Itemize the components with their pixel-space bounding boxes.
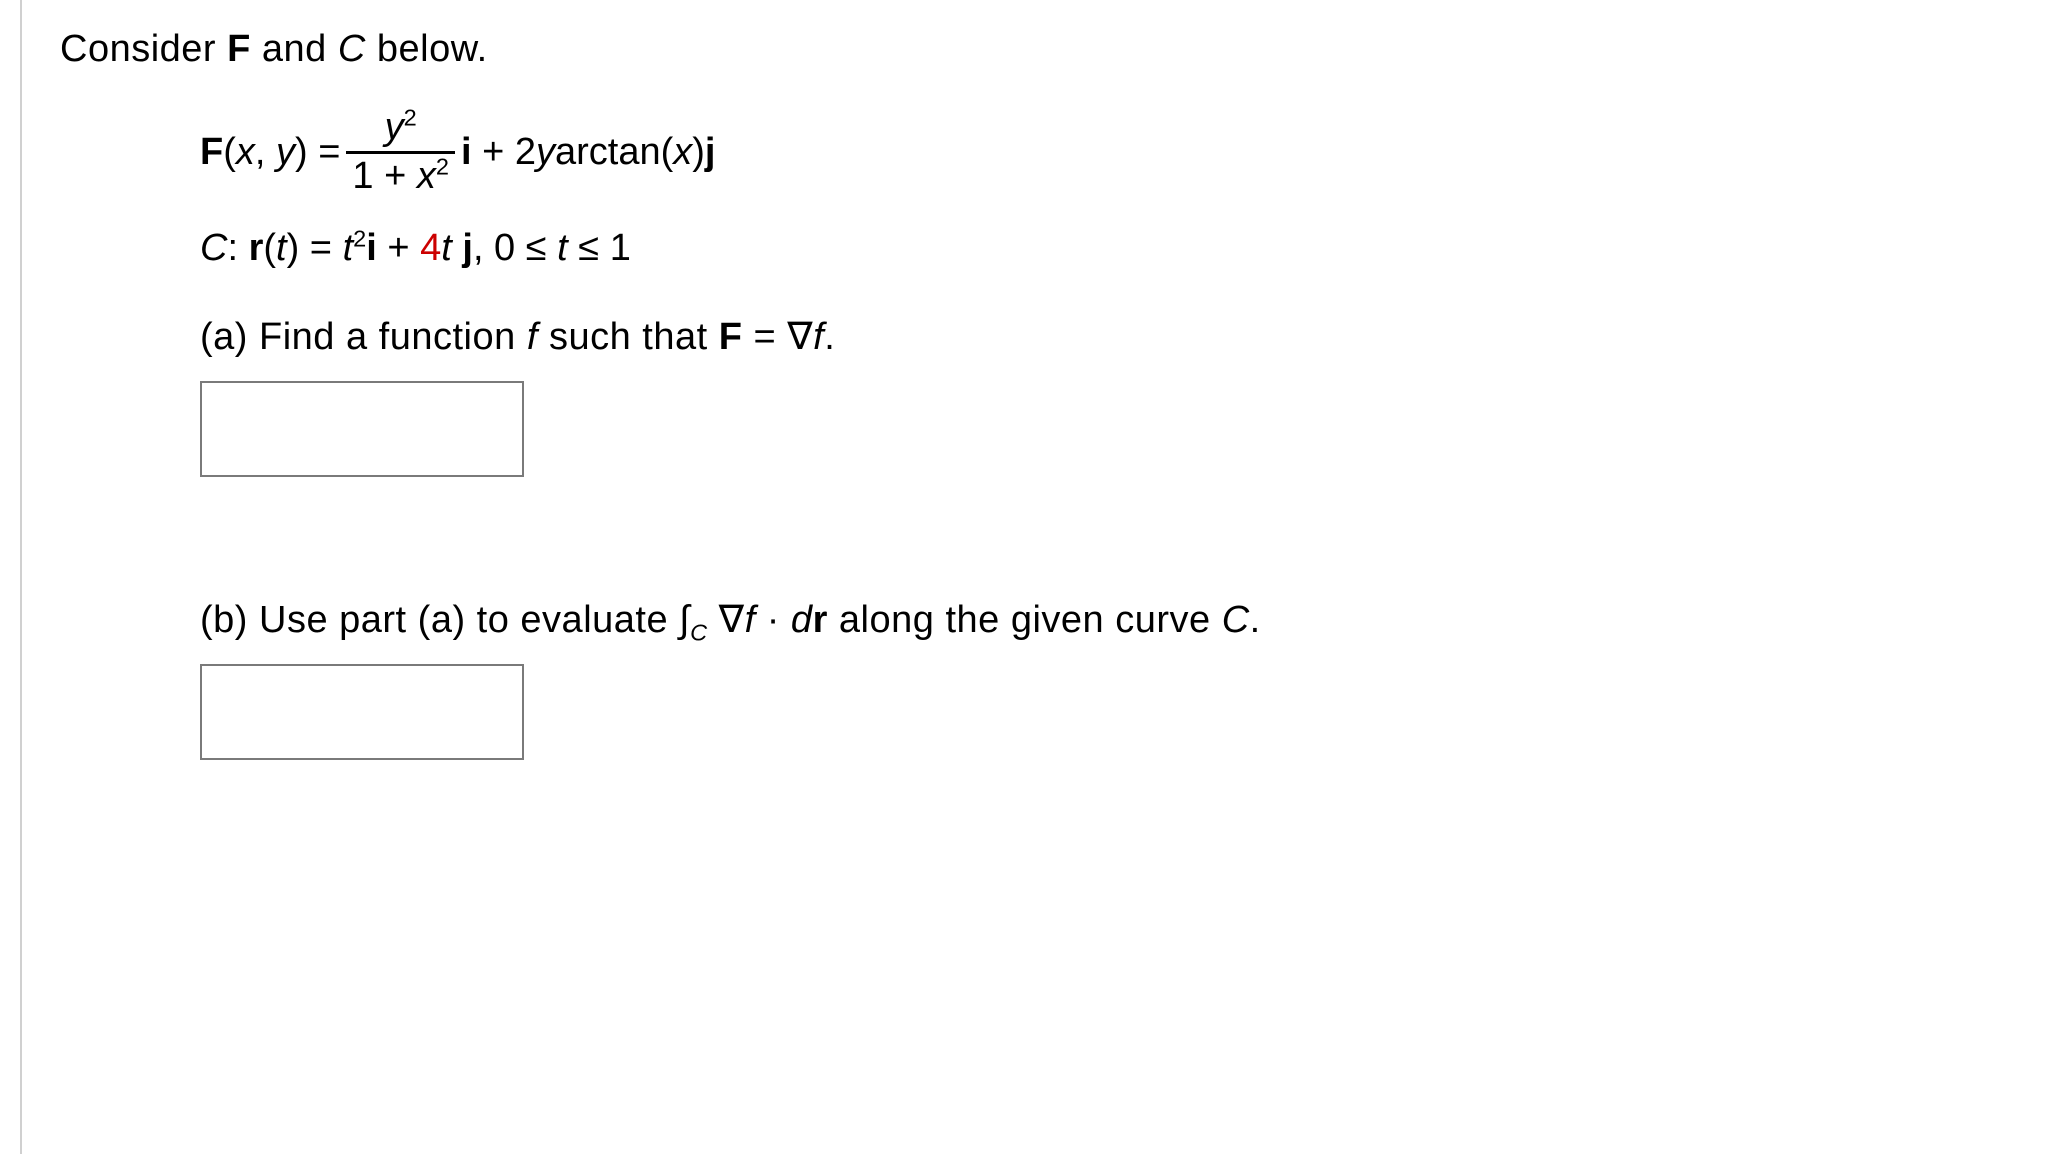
left-border-rule <box>20 0 22 1154</box>
curve-open: ( <box>263 227 276 269</box>
part-b-d: d <box>791 599 813 641</box>
curve-range-post: ≤ 1 <box>568 227 631 269</box>
den-exp: 2 <box>436 153 449 179</box>
curve-plus: + <box>377 227 420 269</box>
eq-x: x <box>236 131 255 173</box>
part-a-period: . <box>824 316 835 358</box>
curve-C: C <box>200 227 227 269</box>
part-a-mid: such that <box>538 316 719 358</box>
answer-input-b[interactable] <box>200 664 524 760</box>
part-a-prompt: (a) Find a function f such that F = ∇f. <box>200 314 1261 359</box>
curve-colon: : <box>227 227 248 269</box>
part-b-sub-C: C <box>690 620 708 646</box>
eq-comma: , <box>255 131 276 173</box>
curve-t: t <box>276 227 287 269</box>
eq-close2: ) <box>692 131 705 173</box>
curve-4: 4 <box>420 227 441 269</box>
curve-i: i <box>366 227 377 269</box>
num-exp: 2 <box>404 104 417 130</box>
part-b-period: . <box>1250 599 1261 641</box>
den-x: x <box>417 155 436 197</box>
num-y: y <box>385 106 404 148</box>
curve-definition: C: r(t) = t2i + 4t j, 0 ≤ t ≤ 1 <box>200 227 1261 270</box>
part-b-integral: ∫ <box>679 599 690 641</box>
eq-x2: x <box>673 131 692 173</box>
eq-close-eq: ) = <box>295 131 340 173</box>
part-b-r: r <box>813 599 828 641</box>
intro-text-prefix: Consider <box>60 28 227 70</box>
part-b-f: f <box>745 599 756 641</box>
curve-j: j <box>462 227 473 269</box>
eq-F: F <box>200 131 223 173</box>
curve-exp2: 2 <box>353 226 366 252</box>
eq-arctan: arctan( <box>555 131 673 173</box>
vector-field-equation: F(x, y) = y2 1 + x2 i + 2yarctan(x)j <box>200 105 1261 199</box>
part-b-C2: C <box>1222 599 1250 641</box>
intro-F: F <box>227 28 251 70</box>
eq-y2: y <box>536 131 555 173</box>
intro-line: Consider F and C below. <box>60 28 1261 71</box>
part-b-rest: along the given curve <box>828 599 1222 641</box>
part-a-f: f <box>527 316 538 358</box>
part-a-text: (a) Find a function <box>200 316 527 358</box>
eq-plus-2: + 2 <box>472 131 536 173</box>
eq-y: y <box>276 131 295 173</box>
part-a-nabla: ∇ <box>787 316 813 358</box>
curve-tj: t <box>441 227 462 269</box>
curve-r: r <box>249 227 264 269</box>
question-content: Consider F and C below. F(x, y) = y2 1 +… <box>60 28 1261 770</box>
fraction: y2 1 + x2 <box>346 105 455 199</box>
part-b-sp <box>708 599 719 641</box>
part-b-prompt: (b) Use part (a) to evaluate ∫C ∇f · dr … <box>200 597 1261 642</box>
curve-range-t: t <box>557 227 568 269</box>
eq-j: j <box>705 131 716 173</box>
intro-text-suffix: below. <box>366 28 488 70</box>
den-one-plus: 1 + <box>352 155 416 197</box>
curve-close-eq: ) = <box>287 227 343 269</box>
part-a-eq: = <box>742 316 787 358</box>
part-b-text: (b) Use part (a) to evaluate <box>200 599 679 641</box>
part-a-f2: f <box>813 316 824 358</box>
intro-C: C <box>338 28 366 70</box>
curve-t2: t <box>343 227 354 269</box>
part-b-dot: · <box>756 599 791 641</box>
eq-open: ( <box>223 131 236 173</box>
curve-range-pre: , 0 ≤ <box>473 227 557 269</box>
fraction-numerator: y2 <box>379 105 423 151</box>
part-b-nabla: ∇ <box>719 599 745 641</box>
part-a-F: F <box>719 316 743 358</box>
answer-input-a[interactable] <box>200 381 524 477</box>
eq-i: i <box>461 131 472 173</box>
intro-text-mid: and <box>251 28 338 70</box>
fraction-denominator: 1 + x2 <box>346 154 455 200</box>
